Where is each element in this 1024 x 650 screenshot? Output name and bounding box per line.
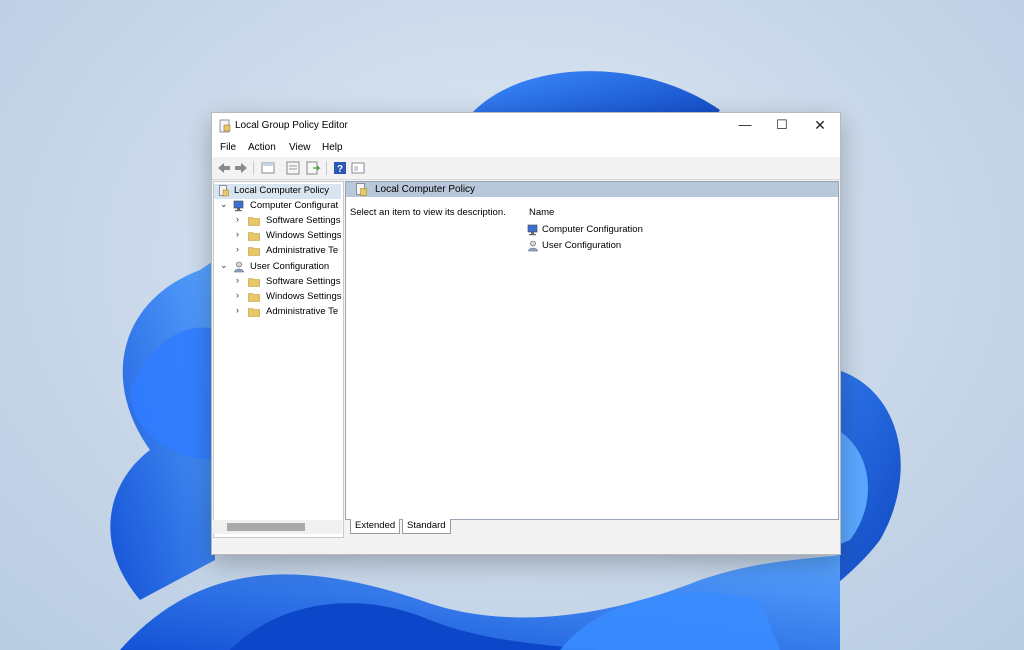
tree-item-administrative-templates[interactable]: › Administrative Te [214, 305, 343, 320]
chevron-right-icon[interactable]: › [236, 275, 239, 285]
tree-item-label: Windows Settings [266, 230, 342, 241]
tree-item-administrative-templates[interactable]: › Administrative Te [214, 244, 343, 259]
tree-item-computer-configuration[interactable]: ⌄ Computer Configurat [214, 199, 343, 214]
details-header: Local Computer Policy [346, 182, 838, 197]
chevron-right-icon[interactable]: › [236, 244, 239, 254]
close-button[interactable]: ✕ [800, 113, 840, 139]
chevron-down-icon[interactable]: ⌄ [220, 260, 228, 271]
window-title: Local Group Policy Editor [235, 120, 348, 131]
folder-icon [248, 247, 260, 256]
tab-standard[interactable]: Standard [402, 519, 451, 534]
toolbar-separator [253, 161, 254, 175]
back-icon[interactable] [216, 160, 232, 176]
forward-icon[interactable] [233, 160, 249, 176]
tree-item-label: Administrative Te [266, 245, 339, 256]
export-list-icon[interactable] [305, 160, 321, 176]
folder-icon [248, 308, 260, 317]
help-icon[interactable]: ? [332, 160, 348, 176]
chevron-right-icon[interactable]: › [236, 290, 239, 300]
chevron-right-icon[interactable]: › [236, 229, 239, 239]
menu-bar: File Action View Help [212, 139, 840, 157]
tree-item-label: User Configuration [250, 261, 330, 272]
tree-horizontal-scrollbar[interactable] [213, 520, 342, 534]
menu-help[interactable]: Help [322, 142, 343, 153]
toolbar-separator [326, 161, 327, 175]
tree-item-local-computer-policy[interactable]: Local Computer Policy [214, 184, 341, 199]
console-tree-pane[interactable]: Local Computer Policy ⌄ Computer Configu… [213, 181, 344, 538]
tree-item-windows-settings[interactable]: › Windows Settings [214, 290, 343, 305]
user-icon [234, 261, 244, 273]
folder-icon [248, 217, 260, 226]
tab-extended[interactable]: Extended [350, 519, 401, 534]
group-policy-editor-window: Local Group Policy Editor — ☐ ✕ File Act… [211, 112, 841, 555]
list-item-label: Computer Configuration [542, 224, 643, 235]
tree-item-windows-settings[interactable]: › Windows Settings [214, 229, 343, 244]
properties-icon[interactable] [350, 160, 366, 176]
tree-item-label: Software Settings [266, 215, 341, 226]
tree-item-software-settings[interactable]: › Software Settings [214, 214, 343, 229]
description-text: Select an item to view its description. [350, 207, 506, 218]
policy-icon [356, 183, 367, 196]
chevron-right-icon[interactable]: › [236, 214, 239, 224]
computer-icon [527, 224, 538, 236]
computer-icon [233, 200, 244, 212]
show-hide-tree-icon[interactable] [285, 160, 301, 176]
list-item-label: User Configuration [542, 240, 622, 251]
minimize-button[interactable]: — [725, 113, 765, 139]
chevron-right-icon[interactable]: › [236, 305, 239, 315]
title-bar[interactable]: Local Group Policy Editor — ☐ ✕ [212, 113, 840, 139]
tree-item-label: Windows Settings [266, 291, 342, 302]
policy-icon [219, 185, 229, 197]
details-header-title: Local Computer Policy [375, 184, 476, 195]
tree-item-label: Local Computer Policy [234, 185, 330, 196]
menu-file[interactable]: File [220, 142, 236, 153]
up-folder-icon[interactable] [260, 160, 276, 176]
policy-editor-app-icon [219, 119, 231, 133]
svg-text:?: ? [337, 164, 343, 175]
folder-icon [248, 278, 260, 287]
tree-item-label: Administrative Te [266, 306, 339, 317]
toolbar: ? [212, 157, 840, 180]
folder-icon [248, 293, 260, 302]
tree-item-label: Software Settings [266, 276, 341, 287]
menu-action[interactable]: Action [248, 142, 276, 153]
maximize-button[interactable]: ☐ [762, 113, 802, 139]
chevron-down-icon[interactable]: ⌄ [220, 199, 228, 210]
user-icon [528, 240, 538, 252]
folder-icon [248, 232, 260, 241]
tree-item-software-settings[interactable]: › Software Settings [214, 275, 343, 290]
scrollbar-thumb[interactable] [227, 523, 305, 531]
view-tabs: Extended Standard [345, 519, 839, 535]
column-header-name[interactable]: Name [529, 207, 554, 218]
menu-view[interactable]: View [289, 142, 311, 153]
details-pane: Local Computer Policy Select an item to … [345, 181, 839, 520]
tree-item-user-configuration[interactable]: ⌄ User Configuration [214, 260, 343, 275]
tree-item-label: Computer Configurat [250, 200, 339, 211]
